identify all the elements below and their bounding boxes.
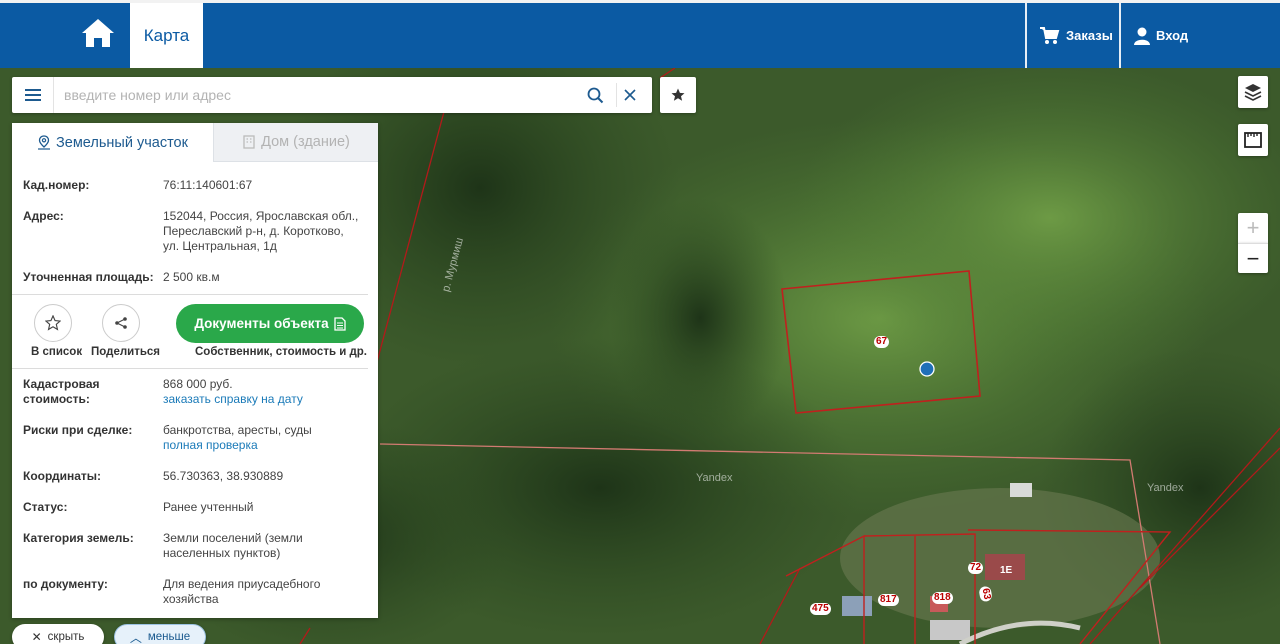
plus-icon: +	[1246, 215, 1260, 240]
tab-house[interactable]: Дом (здание)	[213, 123, 378, 162]
parcel-label[interactable]: 817	[878, 594, 899, 606]
document-icon	[333, 316, 346, 331]
parcel-label[interactable]: 67	[874, 336, 890, 348]
tab-map[interactable]: Карта	[130, 3, 203, 68]
home-button[interactable]	[80, 17, 122, 57]
permitted-use-value: Для ведения приусадебного хозяйства	[163, 577, 321, 606]
ruler-button[interactable]	[1238, 124, 1268, 156]
status-value: Ранее учтенный	[163, 500, 254, 514]
object-documents-caption: Собственник, стоимость и др.	[195, 346, 368, 358]
divider	[12, 294, 368, 295]
cadastral-cost-label: Кадастровая стоимость:	[23, 377, 100, 406]
hamburger-icon	[24, 89, 41, 101]
parcel-label[interactable]: 72	[968, 562, 984, 574]
divider	[12, 368, 368, 369]
permitted-use-label: по документу:	[23, 577, 108, 591]
coordinates-row: Координаты: 56.730363, 38.930889	[23, 469, 368, 485]
cadastral-cost-row: Кадастровая стоимость: 868 000 руб. зака…	[23, 377, 368, 409]
area-label: Уточненная площадь:	[23, 270, 154, 284]
add-to-list-label: В список	[31, 346, 83, 358]
map-watermark: Yandex	[696, 472, 733, 484]
show-less-label: меньше	[147, 631, 191, 643]
risks-value: банкротства, аресты, суды	[163, 423, 312, 437]
object-documents-label: Документы объекта	[194, 316, 329, 331]
status-row: Статус: Ранее учтенный	[23, 500, 368, 516]
search-button[interactable]	[582, 83, 608, 107]
search-bar	[12, 77, 652, 113]
add-to-list-button[interactable]	[34, 304, 72, 342]
search-icon	[587, 87, 603, 103]
share-icon	[115, 317, 127, 329]
area-row: Уточненная площадь: 2 500 кв.м	[23, 270, 368, 286]
address-row: Адрес: 152044, Россия, Ярославская обл.,…	[23, 209, 368, 255]
risks-value-group: банкротства, аресты, суды полная проверк…	[163, 423, 363, 453]
land-category-row: Категория земель: Земли поселений (земли…	[23, 531, 368, 563]
search-input[interactable]	[64, 85, 564, 105]
zoom-in-button[interactable]: +	[1238, 213, 1268, 243]
hide-panel-label: скрыть	[47, 631, 85, 643]
home-icon	[82, 19, 114, 47]
permitted-use-row: по документу: Для ведения приусадебного …	[23, 577, 368, 609]
layers-icon	[1244, 84, 1262, 101]
star-outline-icon	[45, 315, 61, 331]
favorites-button[interactable]	[660, 77, 696, 113]
minus-icon: −	[1246, 245, 1260, 271]
order-certificate-link[interactable]: заказать справку на дату	[163, 392, 363, 407]
map-watermark: Yandex	[1147, 482, 1184, 494]
panel-tabs: Земельный участок Дом (здание)	[12, 123, 378, 162]
close-icon: ✕	[31, 630, 42, 644]
show-less-button[interactable]: ︿ меньше	[114, 624, 206, 644]
layers-button[interactable]	[1238, 76, 1268, 108]
orders-button[interactable]: Заказы	[1040, 3, 1113, 68]
hide-panel-button[interactable]: ✕ скрыть	[12, 624, 104, 644]
user-icon	[1134, 27, 1150, 45]
tab-house-label: Дом (здание)	[261, 134, 350, 150]
address-label: Адрес:	[23, 209, 64, 223]
area-value: 2 500 кв.м	[163, 270, 220, 284]
object-documents-button[interactable]: Документы объекта	[176, 304, 364, 343]
parcel-label[interactable]: 818	[932, 592, 953, 604]
close-icon	[623, 89, 636, 101]
orders-label: Заказы	[1066, 28, 1113, 43]
share-button[interactable]	[102, 304, 140, 342]
map-pin-icon	[38, 135, 51, 150]
full-check-link[interactable]: полная проверка	[163, 438, 363, 453]
header-divider	[1119, 3, 1121, 68]
login-button[interactable]: Вход	[1134, 3, 1188, 68]
cart-icon	[1040, 26, 1060, 44]
cadastral-cost-value: 868 000 руб.	[163, 377, 233, 391]
cad-number-value[interactable]: 76:11:140601:67	[163, 178, 363, 193]
coordinates-label: Координаты:	[23, 469, 102, 483]
clear-button[interactable]	[616, 83, 642, 107]
tab-land-label: Земельный участок	[56, 134, 188, 151]
cad-number-row: Кад.номер: 76:11:140601:67	[23, 178, 368, 194]
login-label: Вход	[1156, 28, 1189, 43]
land-category-label: Категория земель:	[23, 531, 134, 545]
zoom-out-button[interactable]: −	[1238, 243, 1268, 273]
ruler-icon	[1244, 132, 1262, 148]
info-panel: Земельный участок Дом (здание) Кад.номер…	[12, 123, 378, 618]
menu-button[interactable]	[12, 77, 54, 113]
risks-label: Риски при сделке:	[23, 423, 133, 437]
share-label: Поделиться	[91, 346, 161, 358]
top-header: Карта Заказы Вход	[0, 0, 1280, 68]
header-divider	[1025, 3, 1027, 68]
cad-number-label: Кад.номер:	[23, 178, 90, 192]
address-value: 152044, Россия, Ярославская обл., Пересл…	[163, 209, 359, 253]
status-label: Статус:	[23, 500, 68, 514]
cadastral-cost-value-group: 868 000 руб. заказать справку на дату	[163, 377, 363, 407]
risks-row: Риски при сделке: банкротства, аресты, с…	[23, 423, 368, 455]
parcel-label[interactable]: 475	[810, 603, 831, 615]
star-icon	[671, 88, 685, 101]
land-category-value: Земли поселений (земли населенных пункто…	[163, 531, 303, 560]
building-icon	[243, 135, 255, 149]
coordinates-value: 56.730363, 38.930889	[163, 469, 284, 483]
tab-land-plot[interactable]: Земельный участок	[12, 123, 213, 162]
parcel-label[interactable]: 1Е	[998, 565, 1014, 577]
chevron-up-icon: ︿	[129, 630, 142, 644]
